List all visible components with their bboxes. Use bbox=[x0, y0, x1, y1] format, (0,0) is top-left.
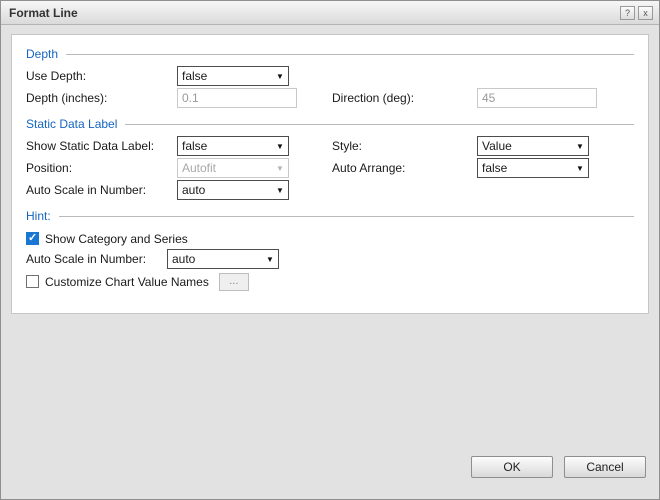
position-value: Autofit bbox=[182, 161, 272, 175]
depth-section-title: Depth bbox=[26, 47, 58, 61]
hint-auto-scale-label: Auto Scale in Number: bbox=[26, 252, 146, 266]
depth-inches-row: Depth (inches): Direction (deg): bbox=[26, 88, 634, 110]
depth-inches-input[interactable] bbox=[177, 88, 297, 108]
show-static-select[interactable]: false bbox=[177, 136, 289, 156]
use-depth-row: Use Depth: false bbox=[26, 66, 634, 88]
use-depth-value: false bbox=[182, 69, 272, 83]
use-depth-label: Use Depth: bbox=[26, 69, 86, 83]
ok-button[interactable]: OK bbox=[471, 456, 553, 478]
sdl-section-header: Static Data Label bbox=[26, 115, 634, 133]
style-select[interactable]: Value bbox=[477, 136, 589, 156]
style-value: Value bbox=[482, 139, 572, 153]
show-category-checkbox[interactable] bbox=[26, 232, 39, 245]
help-icon[interactable]: ? bbox=[620, 6, 635, 20]
format-line-dialog: Format Line ? x Depth Use Depth: false D… bbox=[0, 0, 660, 500]
section-divider bbox=[66, 54, 634, 55]
hint-section-title: Hint: bbox=[26, 209, 51, 223]
dialog-title: Format Line bbox=[9, 6, 78, 20]
use-depth-select[interactable]: false bbox=[177, 66, 289, 86]
cancel-button[interactable]: Cancel bbox=[564, 456, 646, 478]
dialog-footer: OK Cancel bbox=[471, 456, 646, 478]
chevron-down-icon bbox=[572, 164, 588, 173]
chevron-down-icon bbox=[262, 255, 278, 264]
content-panel: Depth Use Depth: false Depth (inches): D… bbox=[11, 34, 649, 314]
hint-auto-scale-select[interactable]: auto bbox=[167, 249, 279, 269]
depth-section-header: Depth bbox=[26, 45, 634, 63]
section-divider bbox=[59, 216, 634, 217]
titlebar: Format Line ? x bbox=[1, 1, 659, 25]
show-static-label: Show Static Data Label: bbox=[26, 139, 154, 153]
close-icon[interactable]: x bbox=[638, 6, 653, 20]
show-category-row: Show Category and Series bbox=[26, 228, 634, 249]
show-static-value: false bbox=[182, 139, 272, 153]
hint-section-header: Hint: bbox=[26, 207, 634, 225]
chevron-down-icon bbox=[272, 186, 288, 195]
style-label: Style: bbox=[332, 139, 362, 153]
sdl-auto-scale-select[interactable]: auto bbox=[177, 180, 289, 200]
chevron-down-icon bbox=[272, 164, 288, 173]
chevron-down-icon bbox=[572, 142, 588, 151]
show-static-row: Show Static Data Label: false Style: Val… bbox=[26, 136, 634, 158]
direction-label: Direction (deg): bbox=[332, 91, 414, 105]
show-category-label: Show Category and Series bbox=[45, 232, 188, 246]
sdl-section-title: Static Data Label bbox=[26, 117, 117, 131]
direction-input[interactable] bbox=[477, 88, 597, 108]
sdl-auto-scale-value: auto bbox=[182, 183, 272, 197]
sdl-auto-scale-label: Auto Scale in Number: bbox=[26, 183, 146, 197]
auto-arrange-value: false bbox=[482, 161, 572, 175]
chevron-down-icon bbox=[272, 72, 288, 81]
auto-arrange-label: Auto Arrange: bbox=[332, 161, 405, 175]
hint-auto-scale-value: auto bbox=[172, 252, 262, 266]
position-row: Position: Autofit Auto Arrange: false bbox=[26, 158, 634, 180]
ellipsis-button[interactable]: ... bbox=[219, 273, 249, 291]
position-select: Autofit bbox=[177, 158, 289, 178]
customize-label: Customize Chart Value Names bbox=[45, 275, 209, 289]
customize-row: Customize Chart Value Names ... bbox=[26, 271, 634, 292]
sdl-auto-scale-row: Auto Scale in Number: auto bbox=[26, 180, 634, 202]
chevron-down-icon bbox=[272, 142, 288, 151]
depth-inches-label: Depth (inches): bbox=[26, 91, 107, 105]
hint-auto-scale-row: Auto Scale in Number: auto bbox=[26, 249, 634, 271]
customize-checkbox[interactable] bbox=[26, 275, 39, 288]
auto-arrange-select[interactable]: false bbox=[477, 158, 589, 178]
position-label: Position: bbox=[26, 161, 72, 175]
section-divider bbox=[125, 124, 634, 125]
